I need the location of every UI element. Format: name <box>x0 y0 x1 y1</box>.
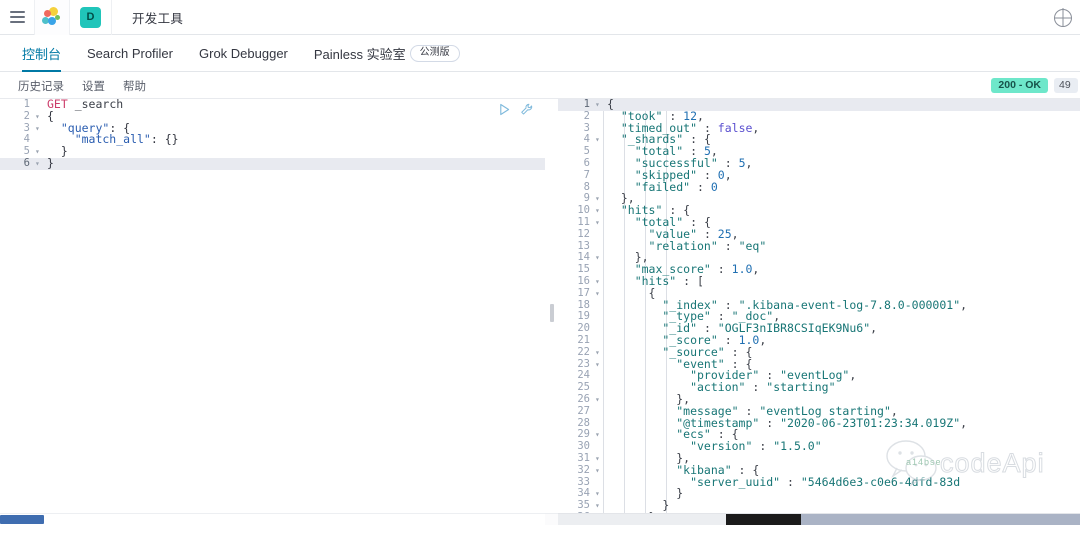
line-number: 11 <box>577 215 590 228</box>
fold-toggle-icon[interactable]: ▾ <box>594 359 603 371</box>
console-toolbar-menu: 历史记录 设置 帮助 <box>9 72 155 99</box>
tab-grok-debugger-label: Grok Debugger <box>199 45 288 61</box>
wrench-icon[interactable] <box>520 103 533 121</box>
tab-search-profiler[interactable]: Search Profiler <box>74 35 186 72</box>
fold-toggle-icon[interactable]: ▾ <box>34 146 43 158</box>
code-text: } <box>47 155 54 170</box>
tab-painless-lab-label: Painless 实验室 <box>313 46 406 62</box>
kibana-logo-icon <box>42 7 62 27</box>
fold-toggle-icon[interactable]: ▾ <box>594 134 603 146</box>
fold-toggle-icon[interactable]: ▾ <box>594 276 603 288</box>
settings-button[interactable]: 设置 <box>73 78 114 94</box>
line-number: 2 <box>23 109 30 122</box>
scrollbar-thumb[interactable] <box>0 515 44 524</box>
pane-splitter[interactable] <box>545 99 558 525</box>
hamburger-menu-button[interactable] <box>0 0 34 34</box>
response-time-badge: 49 <box>1054 77 1078 94</box>
line-number: 6 <box>23 156 30 169</box>
fold-toggle-icon[interactable]: ▾ <box>594 252 603 264</box>
fold-toggle-icon[interactable]: ▾ <box>594 205 603 217</box>
response-status-area: 200 - OK 49 <box>991 72 1080 99</box>
request-code-line: 1 GET _search <box>0 99 545 111</box>
line-number: 27 <box>577 404 590 417</box>
tab-console-label: 控制台 <box>22 46 62 62</box>
response-code-line: 8 "failed" : 0 <box>558 181 1080 194</box>
scrollbar-thumb[interactable] <box>801 514 1080 525</box>
tab-search-profiler-label: Search Profiler <box>87 45 173 61</box>
space-selector[interactable]: D <box>70 0 112 35</box>
fold-toggle-icon[interactable]: ▾ <box>594 453 603 465</box>
play-icon[interactable] <box>498 103 511 121</box>
request-editor[interactable]: 1 GET _search 2 ▾{3 ▾ "query": {4 "match_all… <box>0 99 545 525</box>
request-editor-pane[interactable]: 1 GET _search 2 ▾{3 ▾ "query": {4 "match_all… <box>0 99 545 525</box>
app-tab-bar: 控制台 Search Profiler Grok Debugger Painle… <box>0 35 1080 72</box>
line-number: 16 <box>577 274 590 287</box>
request-code-line: 5 ▾ } <box>0 145 545 158</box>
request-code-line: 6 ▾} <box>0 155 545 170</box>
fold-toggle-icon[interactable]: ▾ <box>594 193 603 205</box>
breadcrumb[interactable]: 开发工具 <box>132 8 183 27</box>
fold-toggle-icon[interactable]: ▾ <box>34 123 43 135</box>
tab-painless-lab[interactable]: Painless 实验室 公测版 <box>301 35 473 72</box>
editor-action-buttons <box>498 103 533 121</box>
kibana-home-button[interactable] <box>34 0 70 35</box>
tab-grok-debugger[interactable]: Grok Debugger <box>186 35 301 72</box>
help-button[interactable]: 帮助 <box>114 78 155 94</box>
line-number: 21 <box>577 333 590 346</box>
fold-toggle-icon[interactable]: ▾ <box>34 111 43 123</box>
fold-toggle-icon[interactable]: ▾ <box>594 394 603 406</box>
history-button[interactable]: 历史记录 <box>9 78 73 94</box>
request-code-line: 4 "match_all": {} <box>0 133 545 146</box>
space-badge[interactable]: D <box>80 6 101 28</box>
line-number: 31 <box>577 451 590 464</box>
response-editor: 1 ▾{2 "took" : 12, 3 "timed_out" : false, 4… <box>558 99 1080 525</box>
line-number: 7 <box>583 168 590 181</box>
dev-tools-console-page: D 开发工具 控制台 Search Profiler Grok Debugger… <box>0 0 1080 537</box>
scrollbar-track-segment <box>726 514 801 525</box>
line-number: 32 <box>577 463 590 476</box>
line-number: 12 <box>577 227 590 240</box>
fold-toggle-icon[interactable]: ▾ <box>594 500 603 512</box>
header-right-actions <box>1054 0 1072 35</box>
line-number: 26 <box>577 392 590 405</box>
fold-toggle-icon[interactable]: ▾ <box>594 465 603 477</box>
response-editor-pane[interactable]: 1 ▾{2 "took" : 12, 3 "timed_out" : false, 4… <box>558 99 1080 525</box>
fold-toggle-icon[interactable]: ▾ <box>594 429 603 441</box>
tab-console[interactable]: 控制台 <box>9 35 74 72</box>
response-horizontal-scrollbar[interactable] <box>558 513 1080 525</box>
code-text: GET _search <box>47 99 124 111</box>
console-panes: 1 GET _search 2 ▾{3 ▾ "query": {4 "match_all… <box>0 99 1080 525</box>
fold-toggle-icon[interactable]: ▾ <box>594 288 603 300</box>
request-horizontal-scrollbar[interactable] <box>0 513 545 525</box>
line-number: 22 <box>577 345 590 358</box>
line-number: 6 <box>583 156 590 169</box>
console-toolbar: 历史记录 设置 帮助 200 - OK 49 <box>0 72 1080 99</box>
fold-toggle-icon[interactable]: ▾ <box>594 217 603 229</box>
fold-toggle-icon[interactable]: ▾ <box>34 158 43 170</box>
splitter-grip-icon[interactable] <box>550 304 554 322</box>
fold-toggle-icon[interactable]: ▾ <box>594 347 603 359</box>
fold-toggle-icon[interactable]: ▾ <box>594 99 603 111</box>
globe-icon[interactable] <box>1054 8 1072 27</box>
line-number: 17 <box>577 286 590 299</box>
line-number: 2 <box>583 109 590 122</box>
fold-toggle-icon[interactable]: ▾ <box>594 488 603 500</box>
hamburger-menu-icon <box>9 11 25 23</box>
global-header: D 开发工具 <box>0 0 1080 35</box>
beta-badge[interactable]: 公测版 <box>409 44 460 62</box>
status-badge: 200 - OK <box>991 77 1048 94</box>
